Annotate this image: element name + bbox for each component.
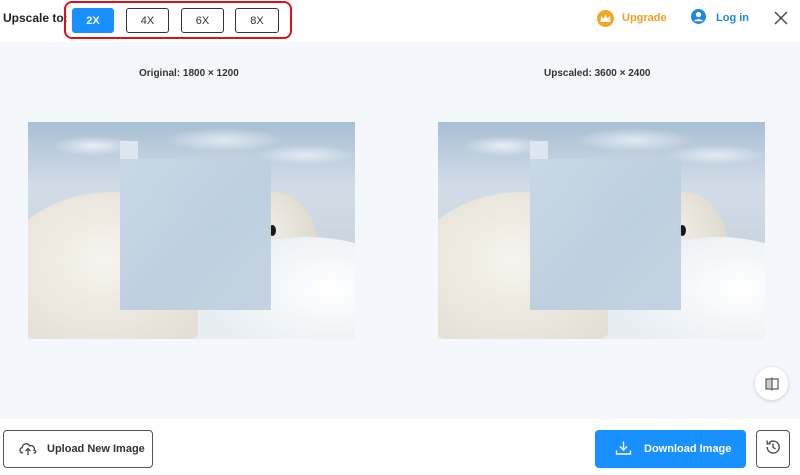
user-icon bbox=[691, 9, 706, 27]
compare-icon[interactable] bbox=[755, 367, 788, 400]
scale-2x-button[interactable]: 2X bbox=[72, 8, 114, 33]
crown-icon bbox=[597, 9, 614, 27]
comparison-area: Original: 1800 × 1200 Upscaled: 3600 × 2… bbox=[0, 42, 800, 419]
login-link[interactable]: Log in bbox=[691, 9, 749, 27]
original-caption: Original: 1800 × 1200 bbox=[139, 68, 239, 79]
history-button[interactable] bbox=[756, 430, 790, 468]
download-image-button[interactable]: Download Image bbox=[595, 430, 746, 468]
cloud-upload-icon bbox=[18, 440, 38, 459]
original-image bbox=[28, 122, 355, 339]
upscaled-caption: Upscaled: 3600 × 2400 bbox=[544, 68, 651, 79]
upgrade-label: Upgrade bbox=[622, 12, 667, 24]
overlay-marker bbox=[120, 141, 138, 159]
overlay-marker bbox=[530, 141, 548, 159]
download-label: Download Image bbox=[644, 443, 732, 455]
upscaled-image bbox=[438, 122, 765, 339]
bottom-bar: Upload New Image Download Image bbox=[0, 419, 800, 475]
scale-options-group: 2X 4X 6X 8X bbox=[64, 1, 292, 39]
scale-6x-button[interactable]: 6X bbox=[181, 8, 224, 33]
scale-8x-button[interactable]: 8X bbox=[235, 8, 279, 33]
download-icon bbox=[615, 440, 632, 459]
original-overlay bbox=[120, 159, 271, 310]
upscale-label: Upscale to: bbox=[3, 11, 68, 25]
close-icon[interactable] bbox=[772, 9, 790, 27]
upgrade-link[interactable]: Upgrade bbox=[597, 9, 667, 27]
history-icon bbox=[764, 438, 782, 461]
login-label: Log in bbox=[716, 12, 749, 24]
upload-new-image-button[interactable]: Upload New Image bbox=[3, 430, 153, 468]
scale-4x-button[interactable]: 4X bbox=[126, 8, 169, 33]
upscaled-overlay bbox=[530, 159, 681, 310]
top-bar: Upscale to: 2X 4X 6X 8X Upgrade Log in bbox=[0, 0, 800, 42]
upload-label: Upload New Image bbox=[47, 443, 145, 455]
